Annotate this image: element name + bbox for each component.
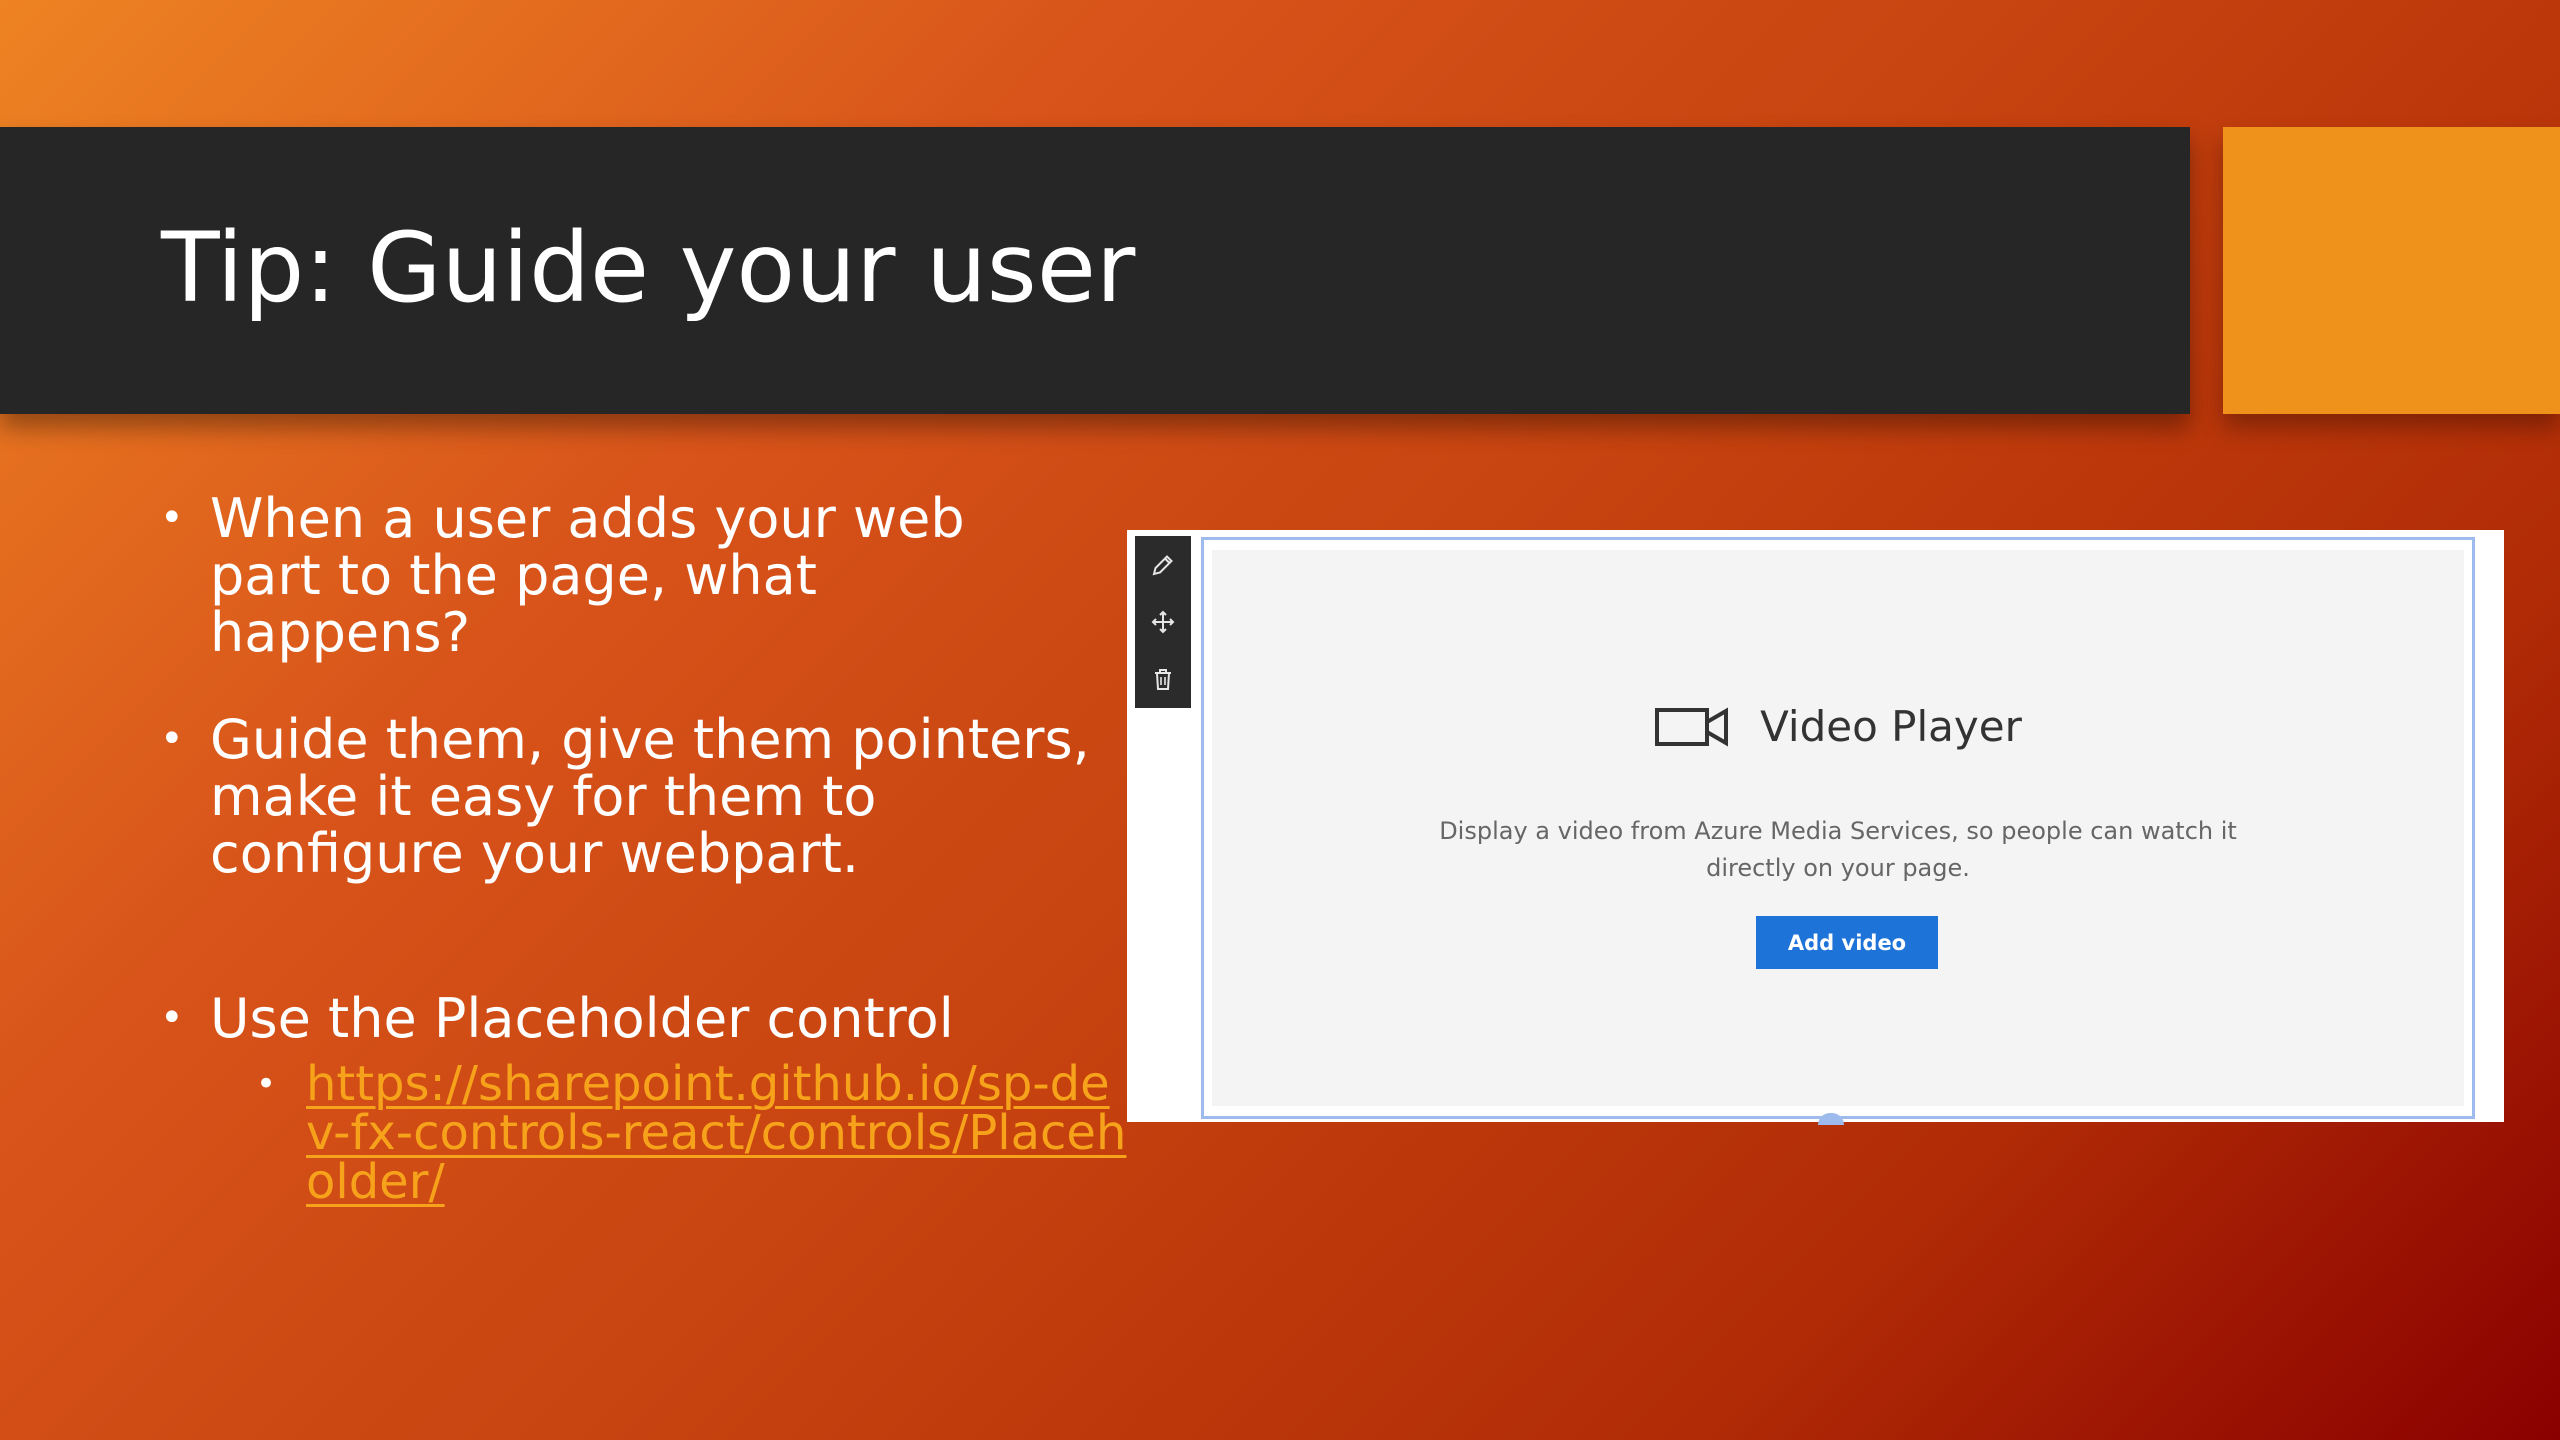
add-video-button[interactable]: Add video: [1756, 916, 1938, 969]
bullet-item: • Guide them, give them pointers, make i…: [160, 711, 1090, 882]
webpart-toolbar: [1135, 536, 1191, 708]
bullet-text: Guide them, give them pointers, make it …: [210, 708, 1090, 885]
slide: Tip: Guide your user • When a user adds …: [0, 0, 2560, 1440]
webpart-frame[interactable]: Video Player Display a video from Azure …: [1201, 537, 2475, 1125]
sub-bullet-marker: •: [256, 1064, 277, 1104]
placeholder-header: Video Player: [1212, 702, 2464, 751]
placeholder-docs-link[interactable]: https://sharepoint.github.io/sp-dev-fx-c…: [306, 1060, 1136, 1207]
bullet-item: • Use the Placeholder control: [160, 990, 1090, 1047]
placeholder-title: Video Player: [1760, 702, 2022, 751]
pencil-icon[interactable]: [1143, 545, 1183, 585]
placeholder-control: Video Player Display a video from Azure …: [1212, 550, 2464, 1106]
bullet-item: • When a user adds your web part to the …: [160, 490, 1090, 661]
move-icon[interactable]: [1143, 602, 1183, 642]
bullet-marker: •: [160, 995, 184, 1041]
webpart-screenshot: Video Player Display a video from Azure …: [1127, 530, 2504, 1125]
bullet-text: Use the Placeholder control: [210, 987, 954, 1050]
slide-title: Tip: Guide your user: [161, 212, 1136, 324]
bullet-text: When a user adds your web part to the pa…: [210, 487, 965, 664]
bullet-marker: •: [160, 495, 184, 541]
video-camera-icon: [1654, 704, 1730, 750]
placeholder-description: Display a video from Azure Media Service…: [1439, 817, 2237, 882]
accent-block: [2223, 127, 2560, 414]
trash-icon[interactable]: [1143, 659, 1183, 699]
sub-bullet-item: • https://sharepoint.github.io/sp-dev-fx…: [256, 1060, 1136, 1207]
resize-handle[interactable]: [1818, 1113, 1844, 1125]
bullet-marker: •: [160, 716, 184, 762]
